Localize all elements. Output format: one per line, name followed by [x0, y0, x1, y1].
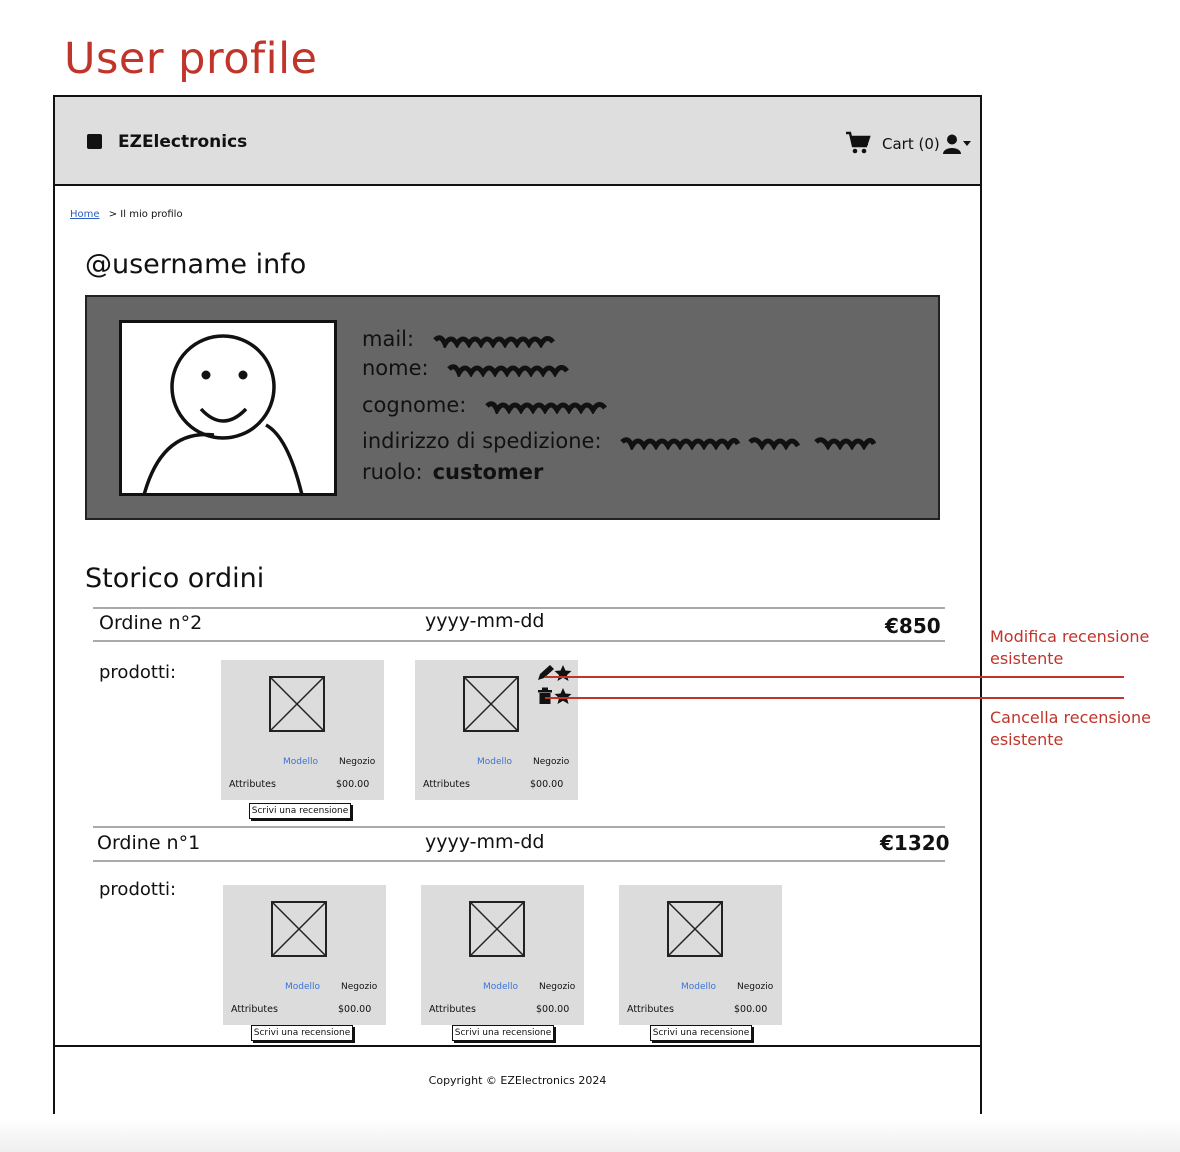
order-title: Ordine n°1 — [97, 832, 201, 854]
redacted-value-icon — [620, 437, 877, 450]
product-model-link[interactable]: Modello — [681, 982, 716, 992]
orders-heading: Storico ordini — [85, 563, 265, 594]
product-attributes: Attributes — [231, 1004, 278, 1015]
write-review-button[interactable]: Scrivi una recensione — [251, 1025, 353, 1041]
product-card[interactable]: Modello Negozio Attributes $00.00 — [223, 885, 386, 1025]
product-store: Negozio — [341, 982, 378, 992]
profile-field-mail: mail: — [362, 327, 555, 351]
divider — [93, 640, 945, 642]
divider — [93, 860, 945, 862]
brand-logo-icon[interactable] — [87, 134, 102, 149]
cart-icon[interactable] — [845, 131, 871, 155]
redacted-value-icon — [447, 364, 570, 377]
product-store: Negozio — [737, 982, 774, 992]
breadcrumb: Home > Il mio profilo — [70, 209, 183, 220]
edit-review-icon[interactable] — [536, 664, 574, 682]
profile-info-card: mail: nome: cognome: indirizzo di spediz… — [85, 295, 940, 520]
product-card[interactable]: Modello Negozio Attributes $00.00 — [421, 885, 584, 1025]
role-value: customer — [432, 460, 544, 484]
profile-field-cognome: cognome: — [362, 393, 608, 417]
annotation-line — [545, 676, 1124, 678]
profile-field-indirizzo: indirizzo di spedizione: — [362, 429, 877, 453]
smiley-avatar-icon — [142, 334, 304, 493]
app-frame: EZElectronics Cart (0) Home > Il mio pro… — [53, 95, 982, 1114]
order-total: €850 — [885, 614, 941, 638]
cart-link[interactable]: Cart (0) — [882, 135, 940, 153]
user-icon[interactable] — [943, 134, 961, 154]
image-placeholder-icon — [269, 676, 325, 732]
annotation-line — [545, 697, 1124, 699]
divider — [93, 607, 945, 609]
brand-name[interactable]: EZElectronics — [118, 132, 247, 152]
breadcrumb-separator: > — [108, 209, 118, 220]
profile-heading: @username info — [85, 249, 307, 280]
product-card[interactable]: Modello Negozio Attributes $00.00 — [221, 660, 384, 800]
image-placeholder-icon — [463, 676, 519, 732]
footer: Copyright © EZElectronics 2024 — [55, 1045, 980, 1114]
navbar: EZElectronics Cart (0) — [55, 97, 980, 186]
product-attributes: Attributes — [423, 779, 470, 790]
order-date: yyyy-mm-dd — [425, 610, 545, 632]
product-store: Negozio — [533, 757, 570, 767]
image-placeholder-icon — [667, 901, 723, 957]
product-price: $00.00 — [336, 779, 370, 790]
product-price: $00.00 — [338, 1004, 372, 1015]
order-date: yyyy-mm-dd — [425, 831, 545, 853]
product-card[interactable]: Modello Negozio Attributes $00.00 — [619, 885, 782, 1025]
product-attributes: Attributes — [229, 779, 276, 790]
breadcrumb-current: Il mio profilo — [120, 209, 183, 220]
delete-review-icon[interactable] — [536, 687, 574, 705]
footer-copyright: Copyright © EZElectronics 2024 — [428, 1074, 607, 1087]
chevron-down-icon[interactable] — [963, 141, 971, 146]
product-model-link[interactable]: Modello — [283, 757, 318, 767]
image-placeholder-icon — [271, 901, 327, 957]
product-price: $00.00 — [530, 779, 564, 790]
product-model-link[interactable]: Modello — [483, 982, 518, 992]
avatar — [119, 320, 337, 496]
profile-field-nome: nome: — [362, 356, 570, 380]
write-review-button[interactable]: Scrivi una recensione — [650, 1025, 752, 1041]
order-title: Ordine n°2 — [99, 612, 203, 634]
write-review-button[interactable]: Scrivi una recensione — [452, 1025, 554, 1041]
product-model-link[interactable]: Modello — [285, 982, 320, 992]
profile-field-ruolo: ruolo: customer — [362, 460, 544, 484]
page-bottom-shadow — [0, 1118, 1180, 1152]
product-price: $00.00 — [734, 1004, 768, 1015]
redacted-value-icon — [432, 335, 555, 348]
page-title: User profile — [64, 34, 318, 84]
breadcrumb-home-link[interactable]: Home — [70, 209, 100, 220]
product-store: Negozio — [339, 757, 376, 767]
product-card[interactable]: Modello Negozio Attributes $00.00 — [415, 660, 578, 800]
product-attributes: Attributes — [429, 1004, 476, 1015]
products-label: prodotti: — [99, 879, 177, 900]
product-attributes: Attributes — [627, 1004, 674, 1015]
product-model-link[interactable]: Modello — [477, 757, 512, 767]
order-total: €1320 — [880, 831, 950, 855]
redacted-value-icon — [485, 401, 608, 414]
products-label: prodotti: — [99, 662, 177, 683]
image-placeholder-icon — [469, 901, 525, 957]
annotation-edit-review: Modifica recensione esistente — [990, 627, 1150, 668]
product-price: $00.00 — [536, 1004, 570, 1015]
write-review-button[interactable]: Scrivi una recensione — [249, 803, 351, 819]
annotation-delete-review: Cancella recensione esistente — [990, 708, 1151, 749]
product-store: Negozio — [539, 982, 576, 992]
divider — [93, 826, 945, 828]
